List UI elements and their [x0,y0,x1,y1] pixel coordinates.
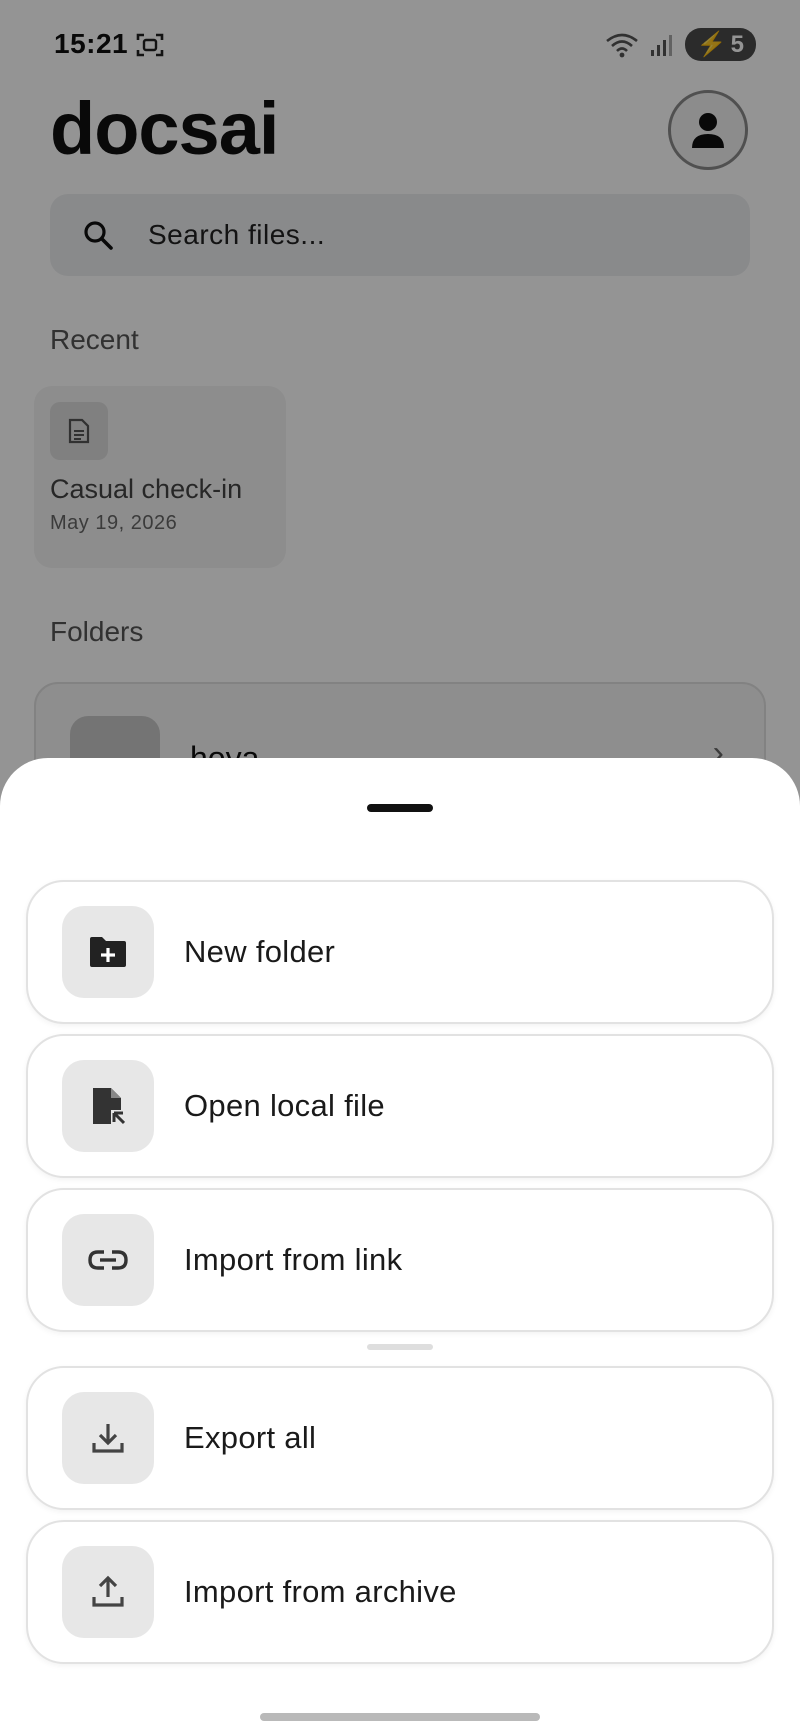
new-folder-icon [62,906,154,998]
open-local-file-button[interactable]: Open local file [26,1034,774,1178]
new-folder-label: New folder [184,934,336,969]
export-all-button[interactable]: Export all [26,1366,774,1510]
actions-bottom-sheet: New folder Open local file Import from l… [0,758,800,1733]
sheet-drag-handle[interactable] [367,804,433,812]
new-folder-button[interactable]: New folder [26,880,774,1024]
section-divider [367,1344,433,1350]
download-icon [62,1392,154,1484]
upload-icon [62,1546,154,1638]
import-from-link-label: Import from link [184,1242,403,1277]
open-local-file-label: Open local file [184,1088,385,1123]
home-screen: 15:21 ⚡ 5 docsai Search files... Recent … [0,0,800,1733]
home-indicator[interactable] [260,1713,540,1721]
open-file-icon [62,1060,154,1152]
import-from-archive-label: Import from archive [184,1574,457,1609]
export-all-label: Export all [184,1420,317,1455]
import-from-archive-button[interactable]: Import from archive [26,1520,774,1664]
link-icon [62,1214,154,1306]
import-from-link-button[interactable]: Import from link [26,1188,774,1332]
